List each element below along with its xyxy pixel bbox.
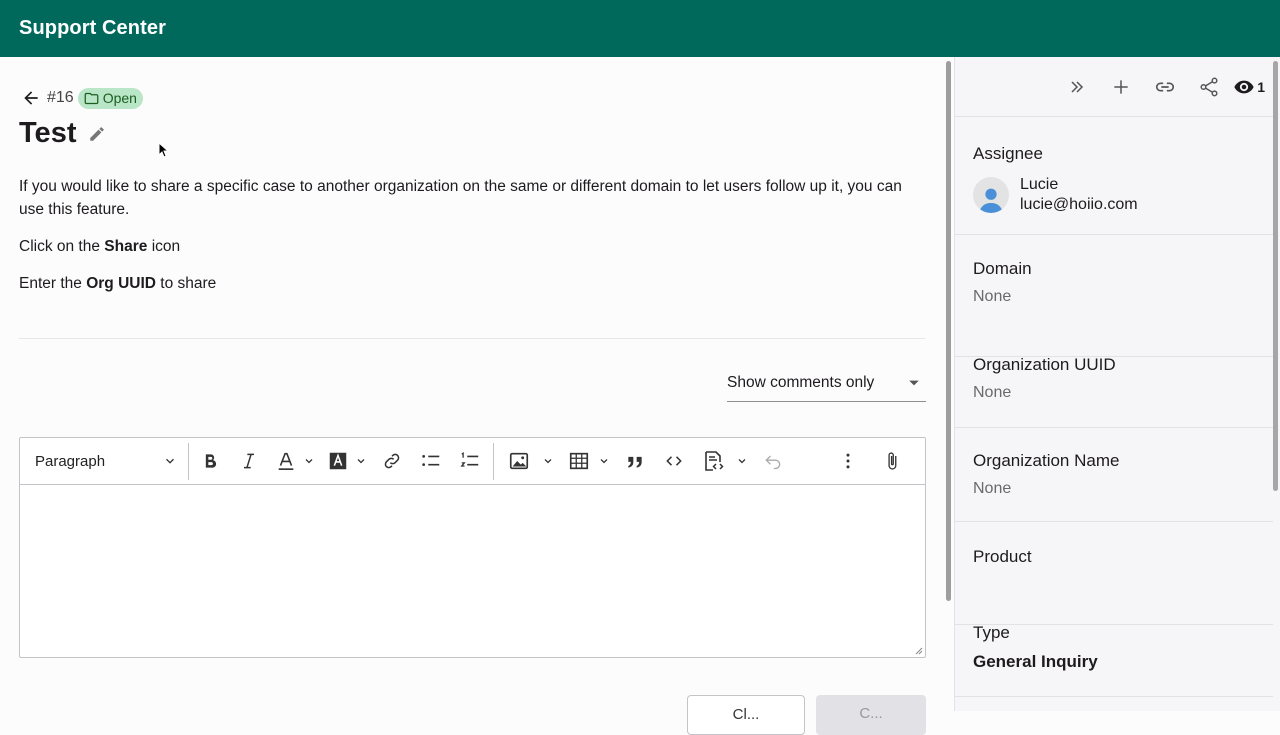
blockquote-icon[interactable] (618, 444, 652, 478)
organization-name-field[interactable]: Organization Name None (955, 451, 1273, 522)
back-arrow-icon[interactable] (19, 86, 43, 110)
link-icon[interactable] (375, 444, 409, 478)
comments-filter-value: Show comments only (727, 373, 875, 391)
details-sidebar: 1 Assignee Lucie lucie@hoiio.com Domain … (955, 57, 1280, 711)
organization-name-label: Organization Name (973, 451, 1120, 470)
folder-icon (84, 92, 99, 104)
undo-icon[interactable] (756, 444, 790, 478)
domain-value: None (973, 288, 1012, 305)
code-icon[interactable] (657, 444, 691, 478)
app-header: Support Center (0, 0, 1280, 57)
comment-editor: Paragraph (19, 437, 926, 658)
editor-content-area[interactable] (20, 485, 925, 657)
assignee-field: Assignee Lucie lucie@hoiio.com (955, 144, 1273, 235)
type-value: General Inquiry (973, 652, 1098, 671)
toolbar-separator (493, 442, 494, 480)
description-bold-text: Org UUID (86, 275, 156, 292)
type-field[interactable]: Type General Inquiry (955, 623, 1273, 697)
cancel-button[interactable]: Cl... (687, 695, 805, 735)
code-block-dropdown-icon[interactable] (734, 444, 750, 478)
assignee-name: Lucie (1020, 176, 1059, 193)
paragraph-label: Paragraph (35, 452, 106, 470)
dropdown-arrow-icon (909, 380, 919, 385)
eye-icon (1234, 80, 1254, 93)
link-icon[interactable] (1143, 65, 1187, 109)
italic-icon[interactable] (232, 444, 266, 478)
paragraph-format-dropdown[interactable]: Paragraph (28, 444, 184, 478)
image-icon[interactable] (502, 444, 536, 478)
app-title: Support Center (19, 17, 166, 39)
avatar (973, 177, 1009, 213)
case-number: #16 (47, 89, 74, 106)
bold-icon[interactable] (193, 444, 227, 478)
case-title-row: Test (19, 117, 106, 150)
assignee-label: Assignee (973, 144, 1043, 163)
more-icon[interactable] (831, 444, 865, 478)
status-label: Open (102, 90, 137, 106)
font-background-icon[interactable] (323, 444, 353, 478)
share-icon[interactable] (1187, 65, 1231, 109)
collapse-sidebar-icon[interactable] (1055, 65, 1099, 109)
assignee-user[interactable]: Lucie lucie@hoiio.com (973, 175, 1273, 215)
organization-name-value: None (973, 480, 1012, 497)
organization-uuid-label: Organization UUID (973, 355, 1116, 374)
assignee-email: lucie@hoiio.com (1020, 196, 1138, 213)
product-field[interactable]: Product (955, 547, 1273, 625)
resize-handle-icon[interactable] (915, 647, 923, 655)
add-icon[interactable] (1099, 65, 1143, 109)
main-scrollbar[interactable] (946, 61, 951, 601)
font-color-dropdown-icon[interactable] (301, 444, 317, 478)
status-badge: Open (77, 87, 143, 109)
organization-uuid-value: None (973, 384, 1012, 401)
chevron-down-icon (166, 458, 174, 464)
description-paragraph: Click on the Share icon (19, 235, 929, 258)
description-text: to share (155, 275, 217, 292)
toolbar-separator (188, 442, 189, 480)
domain-label: Domain (973, 259, 1032, 278)
domain-field[interactable]: Domain None (955, 259, 1273, 357)
mouse-cursor-icon (158, 142, 170, 158)
description-text: icon (147, 238, 181, 255)
description-bold-text: Share (104, 238, 148, 255)
description-paragraph: If you would like to share a specific ca… (19, 175, 929, 221)
case-header: #16 Open (19, 86, 143, 110)
table-icon[interactable] (562, 444, 596, 478)
edit-pencil-icon[interactable] (88, 125, 106, 143)
numbered-list-icon[interactable] (453, 444, 487, 478)
attachment-icon[interactable] (875, 444, 909, 478)
organization-uuid-field[interactable]: Organization UUID None (955, 355, 1273, 428)
product-label: Product (973, 547, 1032, 566)
description-text: Click on the (19, 238, 105, 255)
code-block-icon[interactable] (696, 444, 730, 478)
bulleted-list-icon[interactable] (414, 444, 448, 478)
divider (19, 338, 925, 339)
case-title: Test (19, 117, 77, 149)
submit-comment-button[interactable]: C... (816, 695, 926, 735)
sidebar-scrollbar[interactable] (1273, 61, 1278, 491)
sidebar-toolbar: 1 (955, 57, 1273, 117)
case-description: If you would like to share a specific ca… (19, 175, 929, 309)
image-dropdown-icon[interactable] (540, 444, 556, 478)
description-text: If you would like to share a specific ca… (19, 178, 902, 218)
watchers-count: 1 (1257, 78, 1265, 95)
comments-filter-select[interactable]: Show comments only (727, 364, 926, 402)
font-color-icon[interactable] (271, 444, 301, 478)
description-text: Enter the (19, 275, 87, 292)
table-dropdown-icon[interactable] (596, 444, 612, 478)
font-background-dropdown-icon[interactable] (353, 444, 369, 478)
watchers-button[interactable]: 1 (1233, 76, 1265, 98)
type-label: Type (973, 623, 1010, 642)
description-paragraph: Enter the Org UUID to share (19, 272, 929, 295)
editor-toolbar: Paragraph (20, 438, 925, 485)
